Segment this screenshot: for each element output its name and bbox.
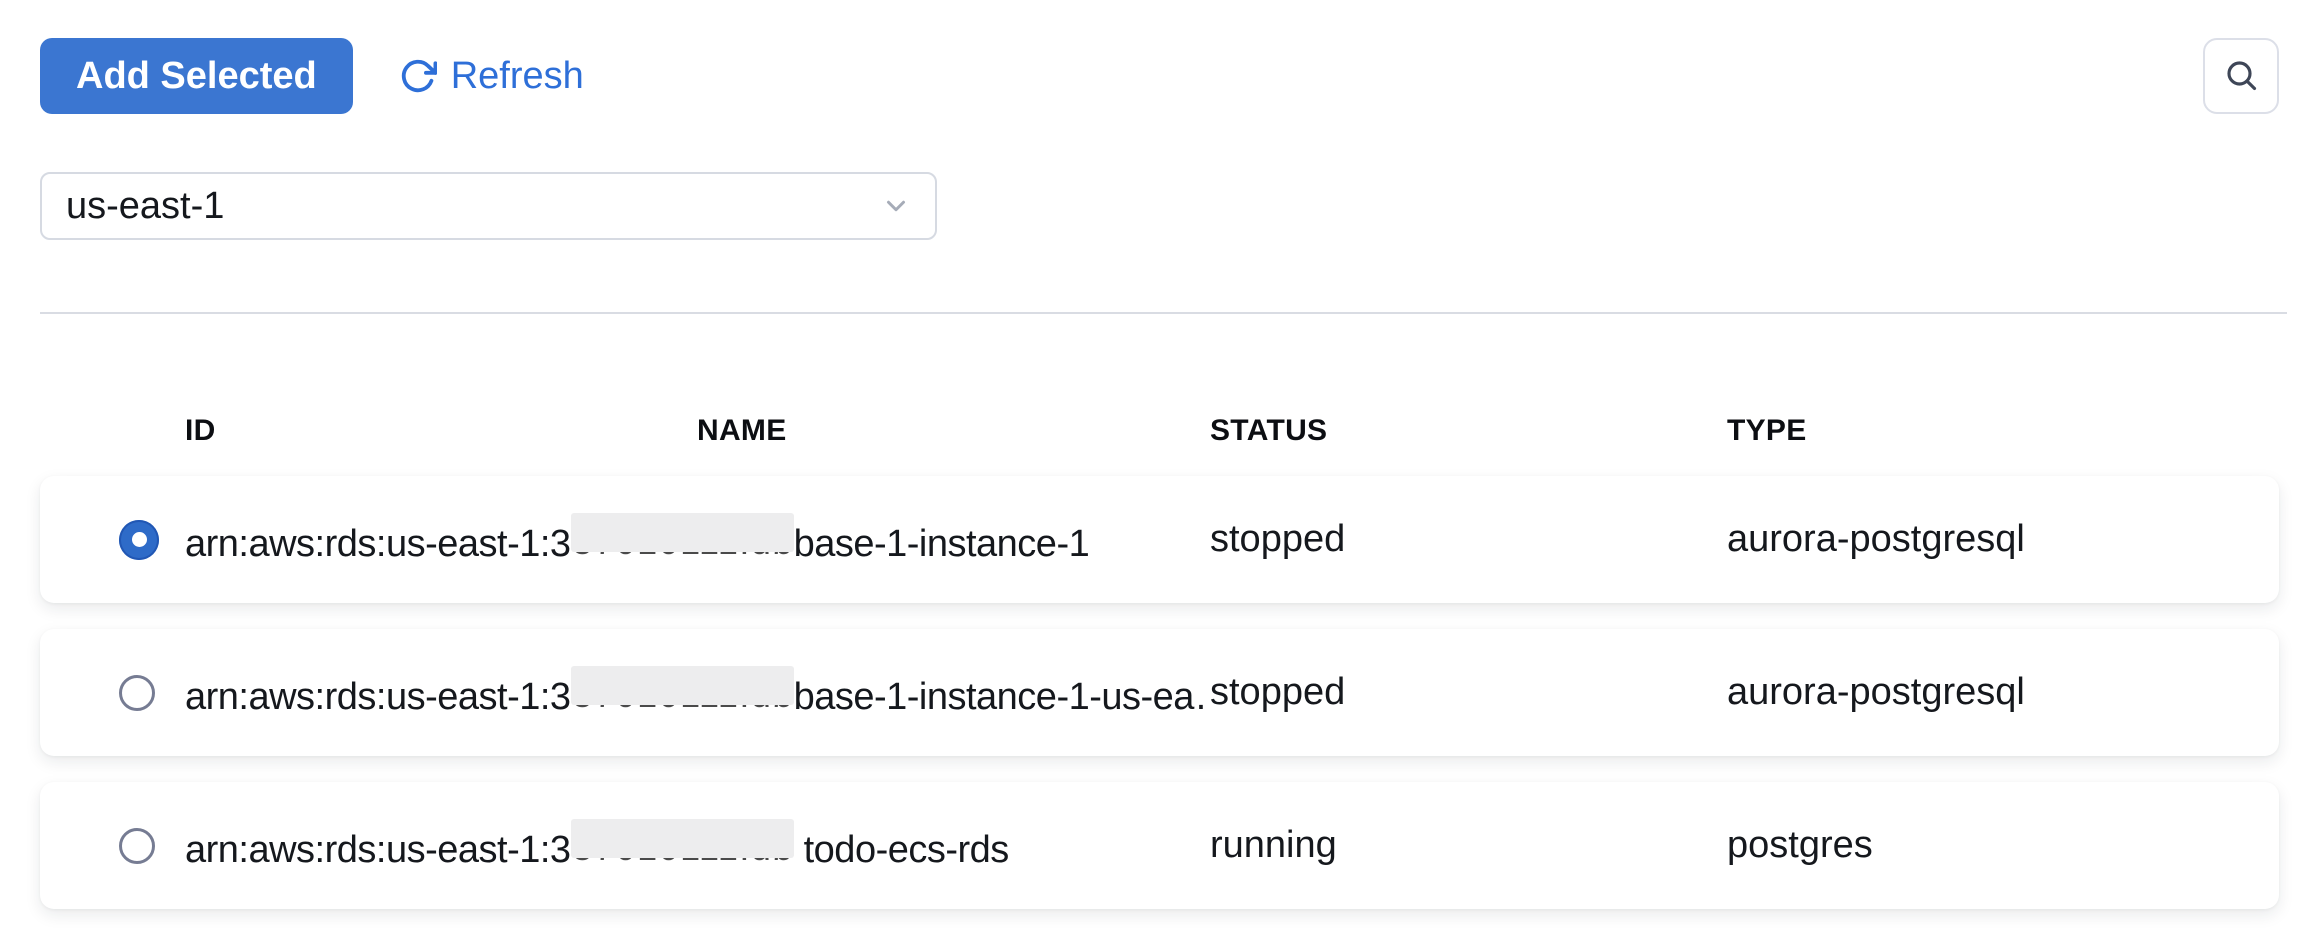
toolbar: Add Selected Refresh <box>0 0 2298 114</box>
instance-list: arn:aws:rds:us-east-1:357010111:db:datab… <box>40 476 2279 909</box>
instance-id: arn:aws:rds:us-east-1:357010111:db:datab… <box>185 513 1210 566</box>
radio-cell <box>40 828 185 864</box>
redacted-text: 57010111:db:data <box>571 513 794 563</box>
chevron-down-icon <box>881 191 911 221</box>
instance-id-prefix: arn:aws:rds:us-east-1:3 <box>185 523 571 565</box>
instance-status: running <box>1210 824 1727 867</box>
refresh-button[interactable]: Refresh <box>399 38 584 114</box>
search-icon <box>2223 57 2259 96</box>
refresh-label: Refresh <box>451 55 584 98</box>
instance-id: arn:aws:rds:us-east-1:357010111:db: todo… <box>185 819 1210 872</box>
col-header-spacer <box>40 414 185 448</box>
col-header-id: ID <box>185 414 697 448</box>
instance-id-prefix: arn:aws:rds:us-east-1:3 <box>185 676 571 718</box>
add-selected-button[interactable]: Add Selected <box>40 38 353 114</box>
instance-status: stopped <box>1210 671 1727 714</box>
col-header-type: TYPE <box>1727 414 2279 448</box>
region-select-value: us-east-1 <box>66 185 224 228</box>
col-header-status: STATUS <box>1210 414 1727 448</box>
rds-instance-picker: Add Selected Refresh us-east- <box>0 0 2298 909</box>
instance-status: stopped <box>1210 518 1727 561</box>
instance-type: aurora-postgresql <box>1727 518 2279 561</box>
col-header-name: NAME <box>697 414 1210 448</box>
radio-unselected[interactable] <box>119 675 155 711</box>
instance-id: arn:aws:rds:us-east-1:357010111:db:datab… <box>185 666 1210 719</box>
instance-id-suffix: base-1-instance-1-us-ea… <box>794 676 1210 718</box>
toolbar-left: Add Selected Refresh <box>40 38 584 114</box>
redaction-cover <box>571 513 794 552</box>
instance-id-suffix: todo-ecs-rds <box>794 829 1009 871</box>
table-row[interactable]: arn:aws:rds:us-east-1:357010111:db:datab… <box>40 476 2279 603</box>
radio-cell <box>40 675 185 711</box>
instance-type: postgres <box>1727 824 2279 867</box>
radio-unselected[interactable] <box>119 828 155 864</box>
redacted-text: 57010111:db: <box>571 819 794 869</box>
instance-type: aurora-postgresql <box>1727 671 2279 714</box>
search-button[interactable] <box>2203 38 2279 114</box>
refresh-icon <box>399 57 437 95</box>
redacted-text: 57010111:db:data <box>571 666 794 716</box>
table-row[interactable]: arn:aws:rds:us-east-1:357010111:db:datab… <box>40 629 2279 756</box>
radio-cell <box>40 520 185 560</box>
instance-id-suffix: base-1-instance-1 <box>794 523 1090 565</box>
table-header: ID NAME STATUS TYPE <box>40 414 2279 448</box>
instance-id-prefix: arn:aws:rds:us-east-1:3 <box>185 829 571 871</box>
redaction-cover <box>571 666 794 705</box>
radio-selected[interactable] <box>119 520 159 560</box>
divider <box>40 312 2287 314</box>
table-row[interactable]: arn:aws:rds:us-east-1:357010111:db: todo… <box>40 782 2279 909</box>
region-select[interactable]: us-east-1 <box>40 172 937 240</box>
redaction-cover <box>571 819 794 858</box>
